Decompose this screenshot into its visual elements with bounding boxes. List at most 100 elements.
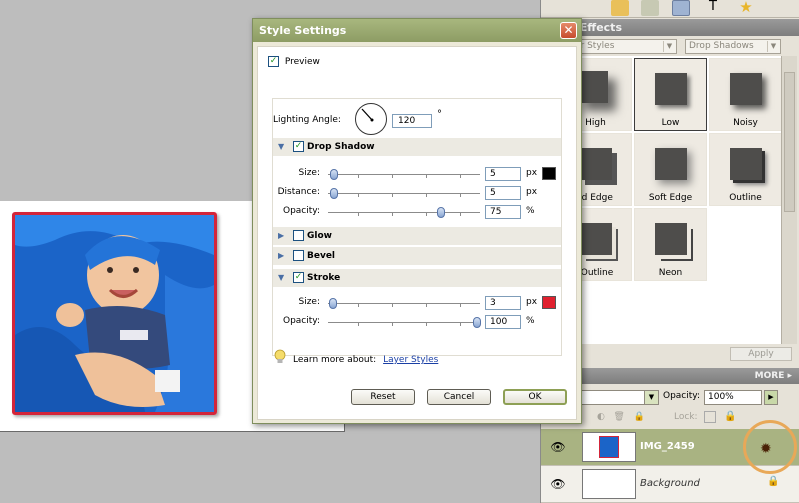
- chevron-down-icon: ▼: [663, 41, 675, 52]
- layer-thumbnail: [582, 469, 636, 499]
- stroke-size-slider-knob[interactable]: [329, 298, 337, 309]
- expand-triangle-icon[interactable]: ▼: [278, 269, 284, 287]
- drop-shadow-section-header[interactable]: ▼ ✓ Drop Shadow: [273, 138, 561, 156]
- style-settings-dialog: Style Settings ✕ ✓ Preview Lighting Angl…: [252, 18, 582, 424]
- lock-label: Lock:: [674, 412, 698, 422]
- angle-needle-icon: [361, 108, 374, 122]
- ds-distance-slider-track[interactable]: [328, 193, 480, 194]
- lock-icon: 🔒: [767, 476, 780, 487]
- eye-visibility-icon[interactable]: 👁: [547, 476, 569, 492]
- ds-size-unit: px: [526, 168, 538, 178]
- glow-label: Glow: [307, 231, 332, 241]
- drop-shadow-label: Drop Shadow: [307, 142, 375, 152]
- layer-opacity-input[interactable]: 100%: [704, 390, 762, 405]
- dialog-titlebar[interactable]: Style Settings ✕: [253, 19, 581, 42]
- ds-color-swatch[interactable]: [542, 167, 556, 180]
- cancel-button[interactable]: Cancel: [427, 389, 491, 405]
- dialog-title: Style Settings: [259, 24, 347, 37]
- ds-size-slider-track[interactable]: [328, 174, 480, 175]
- effects-category-select[interactable]: er Styles ▼: [571, 39, 677, 54]
- stroke-section-header[interactable]: ▼ ✓ Stroke: [273, 269, 561, 287]
- effect-thumb-noisy[interactable]: Noisy: [709, 58, 782, 131]
- layer-name: IMG_2459: [640, 441, 695, 452]
- effect-thumb-label: Noisy: [733, 118, 758, 128]
- lock-all-icon[interactable]: 🔒: [724, 411, 736, 422]
- baby-photo: [15, 215, 214, 412]
- ds-distance-unit: px: [526, 187, 538, 197]
- effect-thumb-soft-edge[interactable]: Soft Edge: [634, 133, 707, 206]
- bevel-section-header[interactable]: ▶ Bevel: [273, 247, 561, 265]
- effect-thumb-label: Low: [661, 118, 680, 128]
- ds-distance-slider-knob[interactable]: [330, 188, 338, 199]
- effects-scrollbar[interactable]: [781, 56, 797, 344]
- stroke-opacity-unit: %: [526, 316, 535, 326]
- degree-symbol: °: [437, 109, 442, 120]
- chevron-down-icon: ▼: [644, 391, 658, 404]
- ds-size-slider-knob[interactable]: [330, 169, 338, 180]
- apply-button[interactable]: Apply: [730, 347, 792, 361]
- effect-thumb-label: Outline: [729, 193, 762, 203]
- layer-name: Background: [640, 478, 700, 489]
- glow-checkbox[interactable]: [293, 230, 304, 241]
- preview-row: ✓ Preview: [268, 56, 320, 67]
- chevron-down-icon: ▼: [767, 41, 779, 52]
- learn-more-label: Learn more about:: [293, 355, 377, 365]
- layer-thumbnail: [582, 432, 636, 462]
- ds-opacity-slider-knob[interactable]: [437, 207, 445, 218]
- effects-style-select[interactable]: Drop Shadows ▼: [685, 39, 781, 54]
- ds-distance-input[interactable]: 5: [485, 186, 521, 200]
- photo-layer-image[interactable]: [12, 212, 217, 415]
- lighting-angle-input[interactable]: 120: [392, 114, 432, 128]
- ds-opacity-unit: %: [526, 206, 535, 216]
- stroke-checkbox[interactable]: ✓: [293, 272, 304, 283]
- stroke-label: Stroke: [307, 273, 341, 283]
- text-effects-icon[interactable]: T: [704, 0, 722, 16]
- collapse-triangle-icon[interactable]: ▶: [278, 227, 284, 245]
- close-icon: ✕: [563, 23, 574, 37]
- ds-size-input[interactable]: 5: [485, 167, 521, 181]
- drop-shadow-checkbox[interactable]: ✓: [293, 141, 304, 152]
- close-button[interactable]: ✕: [560, 22, 577, 39]
- ds-opacity-slider-track[interactable]: [328, 212, 480, 213]
- filters-tool-icon[interactable]: [641, 0, 659, 16]
- expand-triangle-icon[interactable]: ▼: [278, 138, 284, 156]
- stroke-size-slider-track[interactable]: [328, 303, 480, 304]
- lighting-angle-dial[interactable]: [355, 103, 387, 135]
- more-menu-button[interactable]: MORE ▸: [755, 368, 792, 384]
- reset-button[interactable]: Reset: [351, 389, 415, 405]
- effect-thumb-outline[interactable]: Outline: [709, 133, 782, 206]
- effect-thumb-low[interactable]: Low: [634, 58, 707, 131]
- stroke-opacity-label: Opacity:: [283, 316, 320, 326]
- stroke-size-label: Size:: [298, 297, 320, 307]
- effect-thumb-neon[interactable]: Neon: [634, 208, 707, 281]
- favorites-star-icon[interactable]: ★: [737, 0, 755, 16]
- panel-tool-strip: T ★: [541, 0, 799, 18]
- stroke-color-swatch[interactable]: [542, 296, 556, 309]
- preview-checkbox[interactable]: ✓: [268, 56, 279, 67]
- layer-styles-help-link[interactable]: Layer Styles: [383, 355, 438, 365]
- stroke-size-input[interactable]: 3: [485, 296, 521, 310]
- stroke-opacity-input[interactable]: 100: [485, 315, 521, 329]
- lightbulb-icon: [274, 349, 286, 363]
- ds-opacity-label: Opacity:: [283, 206, 320, 216]
- learn-more-row: Learn more about: Layer Styles: [293, 355, 438, 365]
- layer-styles-tool-icon[interactable]: [672, 0, 690, 16]
- bevel-checkbox[interactable]: [293, 250, 304, 261]
- lighting-angle-label: Lighting Angle:: [273, 115, 341, 125]
- opacity-slider-toggle[interactable]: ▶: [764, 390, 778, 405]
- preview-label: Preview: [284, 57, 320, 67]
- glow-section-header[interactable]: ▶ Glow: [273, 227, 561, 245]
- effect-thumb-label: Soft Edge: [648, 193, 693, 203]
- collapse-triangle-icon[interactable]: ▶: [278, 247, 284, 265]
- dialog-body: ✓ Preview Lighting Angle: 120 ° ▼ ✓ Drop …: [257, 46, 577, 420]
- lock-transparency-icon[interactable]: [704, 411, 716, 423]
- scrollbar-thumb[interactable]: [784, 72, 795, 212]
- ds-opacity-input[interactable]: 75: [485, 205, 521, 219]
- stroke-opacity-slider-knob[interactable]: [473, 317, 481, 328]
- ds-size-label: Size:: [298, 168, 320, 178]
- stroke-opacity-slider-track[interactable]: [328, 322, 480, 323]
- effects-tool-icon[interactable]: [611, 0, 629, 16]
- style-select-value: Drop Shadows: [689, 41, 754, 51]
- ok-button[interactable]: OK: [503, 389, 567, 405]
- eye-visibility-icon[interactable]: 👁: [547, 439, 569, 455]
